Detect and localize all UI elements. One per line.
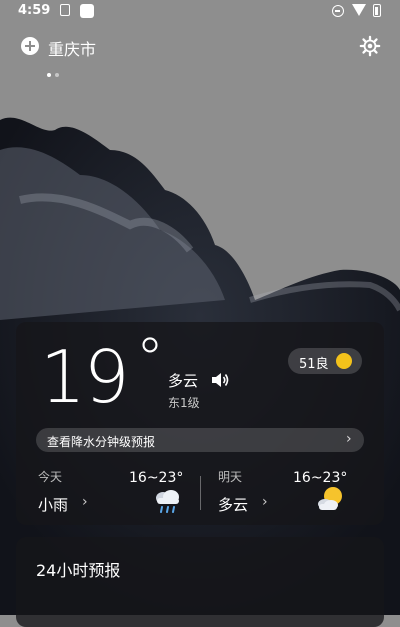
sim-icon — [60, 4, 70, 16]
today-label: 今天 — [38, 470, 63, 484]
app-header: 重庆市 — [0, 28, 400, 64]
chevron-right-icon: › — [346, 431, 352, 447]
tomorrow-condition[interactable]: 多云 — [218, 494, 248, 515]
status-bar: 4:59 — [0, 0, 400, 24]
status-time: 4:59 — [18, 3, 51, 18]
add-city-icon[interactable] — [21, 37, 39, 55]
current-condition: 多云 — [168, 372, 199, 390]
hourly-forecast-card: 24小时预报 — [16, 537, 384, 627]
do-not-disturb-icon — [332, 5, 344, 17]
chevron-right-icon[interactable]: › — [82, 494, 88, 510]
tomorrow-label: 明天 — [218, 470, 243, 484]
city-name[interactable]: 重庆市 — [48, 36, 96, 60]
wifi-icon — [352, 4, 366, 16]
forecast-divider — [200, 476, 201, 510]
minute-forecast-button[interactable]: 查看降水分钟级预报 › — [36, 428, 364, 452]
notification-icon — [80, 4, 94, 18]
chevron-right-icon[interactable]: › — [262, 494, 268, 510]
aqi-badge[interactable]: 51良 — [288, 348, 362, 374]
today-condition[interactable]: 小雨 — [38, 494, 68, 515]
page-dot-active — [47, 73, 51, 77]
gear-icon[interactable] — [359, 35, 381, 57]
page-dot — [55, 73, 59, 77]
current-temperature: 19 — [40, 335, 130, 419]
page-indicator — [47, 62, 63, 81]
degree-symbol: ° — [136, 327, 164, 392]
current-weather-card: 19 ° 多云 东1级 51良 查看降水分钟级预报 › 今天 小雨 › 16~2… — [16, 322, 384, 525]
today-temp-range: 16~23° — [129, 470, 184, 486]
aqi-value: 51良 — [299, 357, 329, 372]
speaker-icon[interactable] — [210, 371, 230, 389]
battery-icon — [373, 4, 381, 17]
wind-info: 东1级 — [168, 396, 200, 410]
rain-cloud-icon — [156, 490, 179, 513]
sun-cloud-icon — [318, 487, 342, 510]
leaf-icon — [336, 353, 352, 369]
hourly-forecast-title: 24小时预报 — [36, 561, 121, 580]
minute-forecast-label: 查看降水分钟级预报 — [47, 435, 156, 449]
